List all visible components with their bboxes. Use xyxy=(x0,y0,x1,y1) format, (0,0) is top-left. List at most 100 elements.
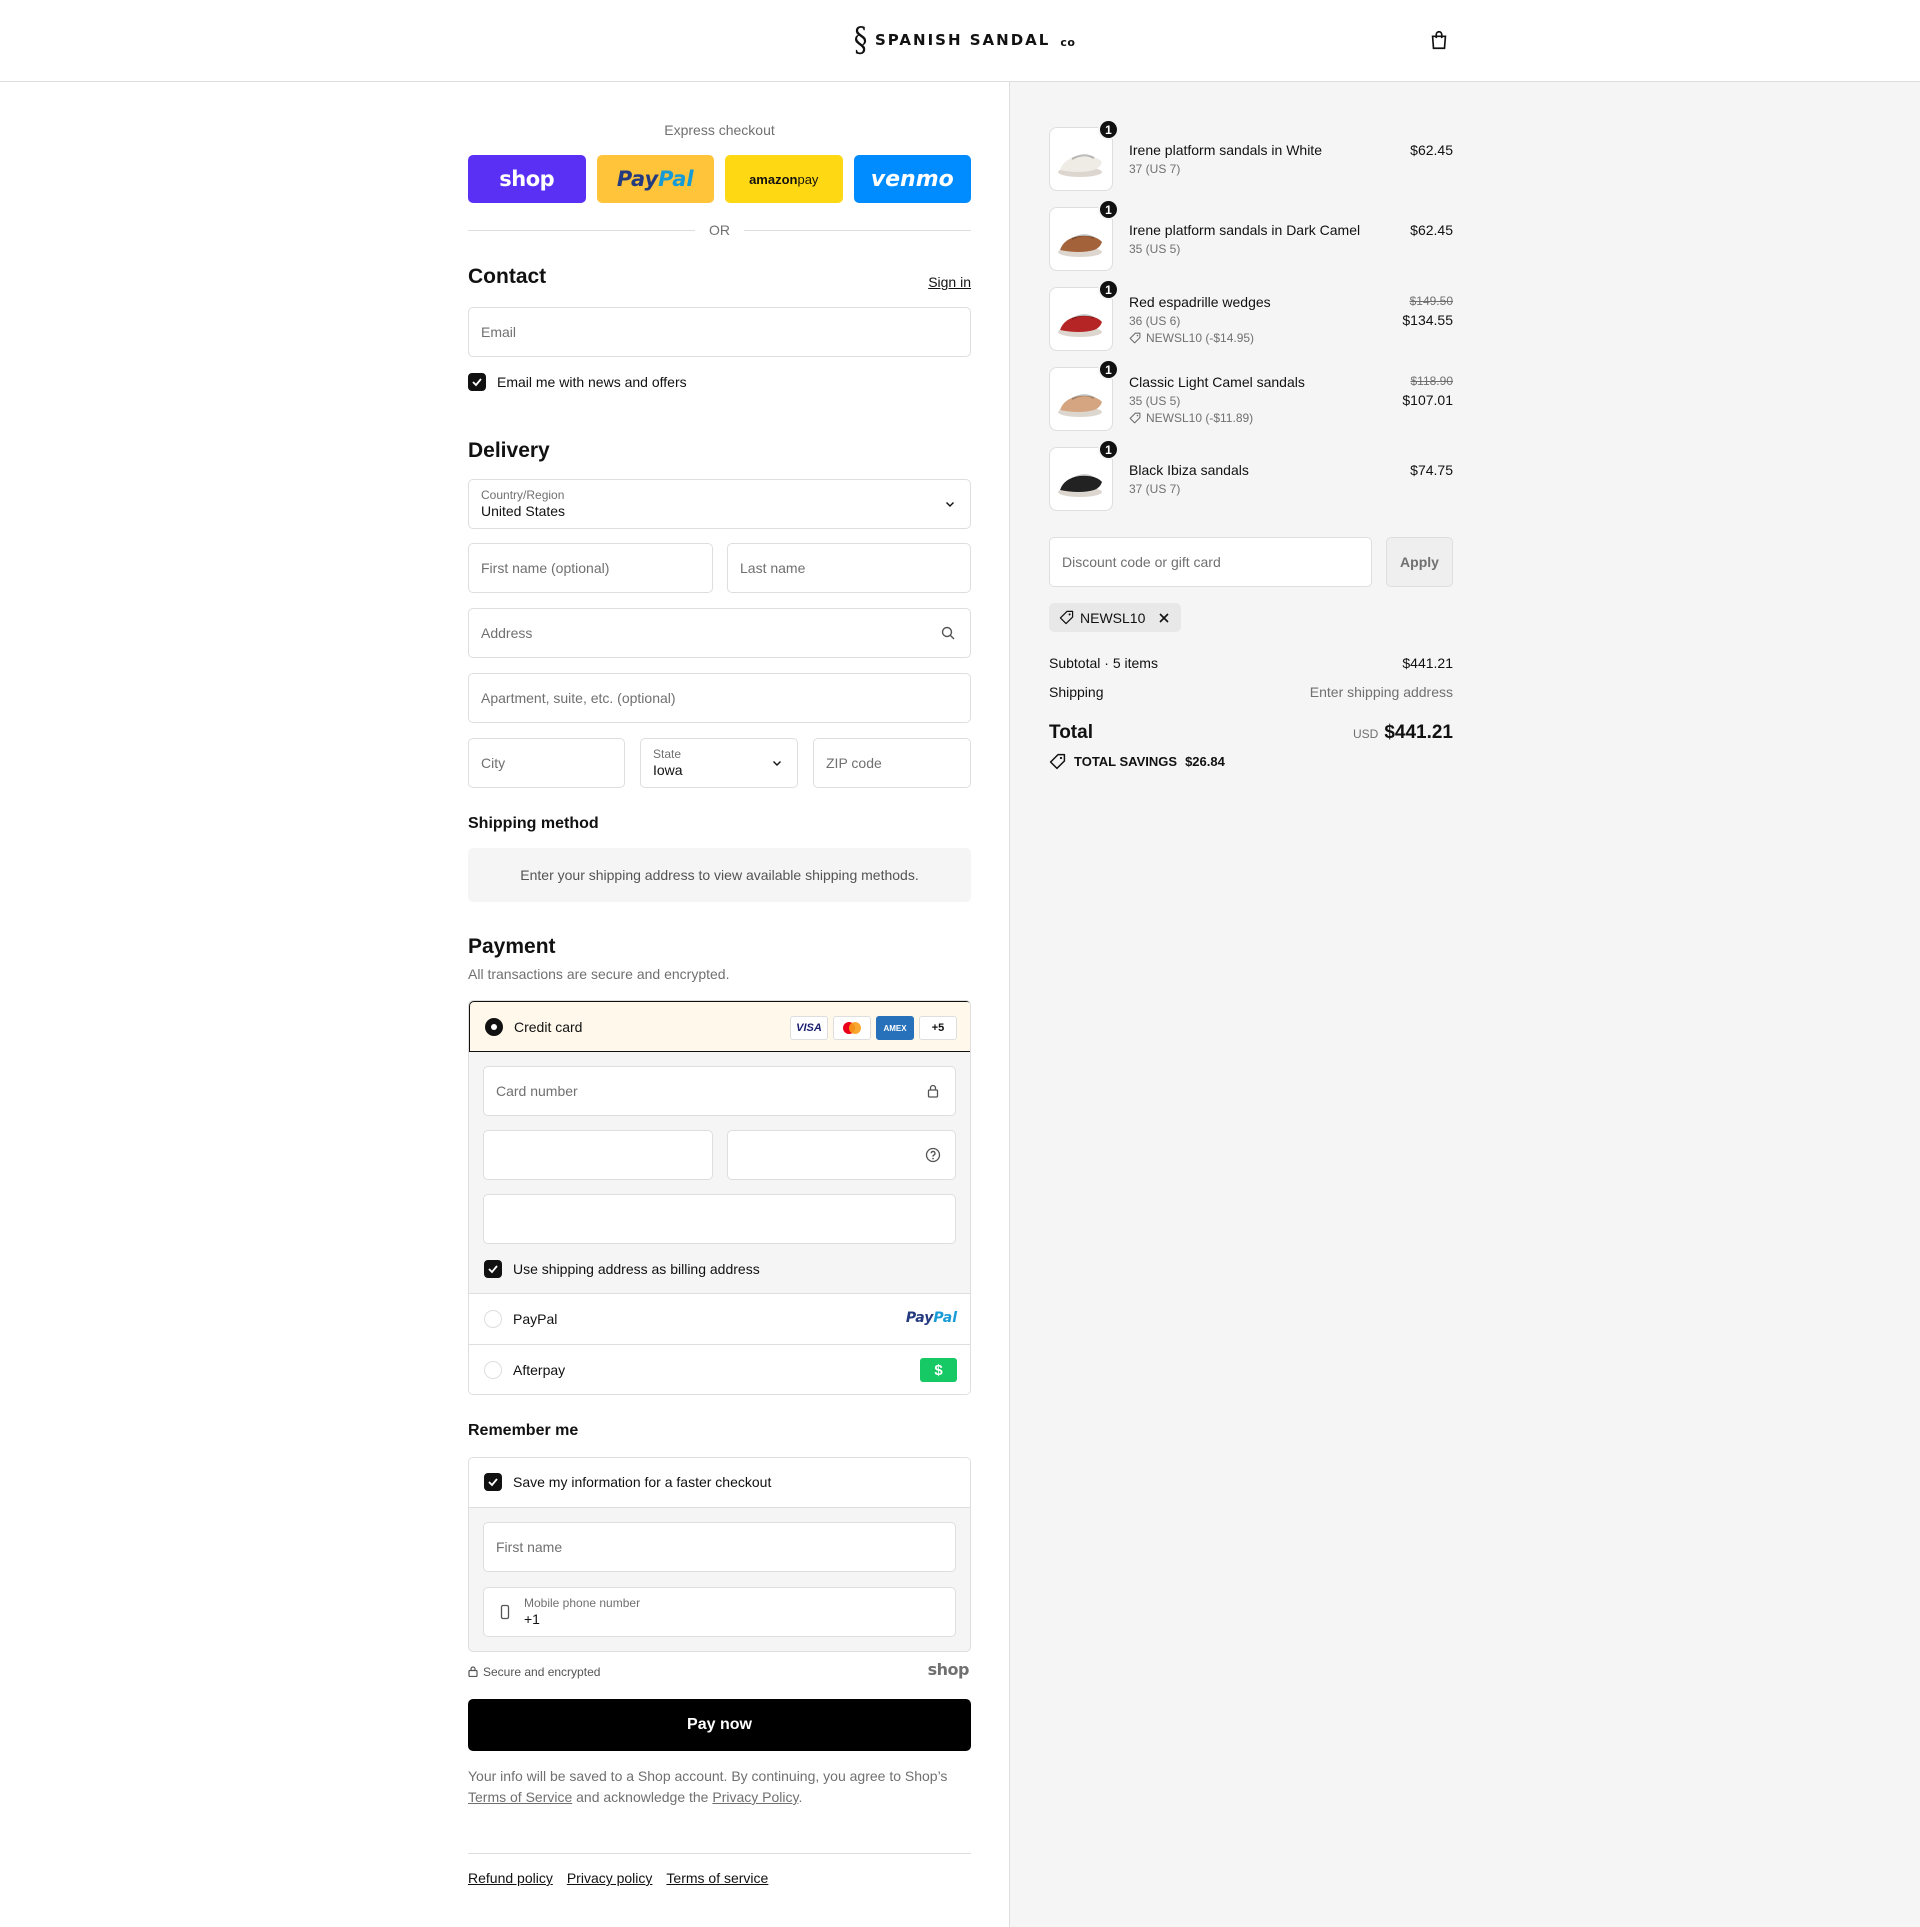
brand-logo[interactable]: § SPANISH SANDAL co xyxy=(852,22,1075,58)
product-variant: 37 (US 7) xyxy=(1129,162,1181,176)
save-info-checkbox[interactable] xyxy=(484,1473,502,1491)
amex-icon: AMEX xyxy=(876,1016,914,1040)
privacy-policy-link[interactable]: Privacy Policy xyxy=(712,1789,798,1805)
brand-name: SPANISH SANDAL xyxy=(875,31,1051,49)
apply-discount-button[interactable]: Apply xyxy=(1386,537,1453,587)
product-variant: 35 (US 5) xyxy=(1129,394,1181,408)
paypal-button[interactable]: Pay Pal xyxy=(596,155,714,203)
quantity-badge: 1 xyxy=(1098,199,1119,220)
credit-card-option[interactable]: Credit card VISA AMEX +5 xyxy=(469,1001,970,1052)
name-on-card-field[interactable] xyxy=(483,1194,956,1244)
paypal-option[interactable]: PayPal PayPal xyxy=(469,1293,970,1344)
total-currency: USD xyxy=(1352,727,1379,741)
security-code-field[interactable] xyxy=(727,1130,956,1180)
phone-value: +1 xyxy=(524,1611,540,1627)
legal-text-3: . xyxy=(798,1789,803,1805)
billing-checkbox-row[interactable]: Use shipping address as billing address xyxy=(484,1260,760,1278)
news-checkbox[interactable] xyxy=(468,373,486,391)
shopping-bag-icon[interactable] xyxy=(1428,29,1450,51)
amazon-pay-button[interactable]: amazon pay xyxy=(725,155,843,203)
product-discount-text: NEWSL10 (-$11.89) xyxy=(1146,411,1254,425)
visa-icon: VISA xyxy=(790,1016,828,1040)
email-placeholder: Email xyxy=(481,324,517,340)
email-field[interactable]: Email xyxy=(468,307,971,357)
payment-title: Payment xyxy=(468,935,556,958)
city-field[interactable]: City xyxy=(468,738,625,788)
shipping-method-text: Enter your shipping address to view avai… xyxy=(520,867,919,883)
phone-label: Mobile phone number xyxy=(524,1596,641,1610)
subtotal-value: $441.21 xyxy=(1402,655,1453,671)
save-info-checkbox-row[interactable]: Save my information for a faster checkou… xyxy=(484,1473,771,1491)
express-checkout-label: Express checkout xyxy=(664,122,775,138)
footer-privacy-policy-link[interactable]: Privacy policy xyxy=(567,1870,653,1886)
divider-line xyxy=(468,229,695,231)
product-name: Classic Light Camel sandals xyxy=(1129,374,1305,390)
save-info-row[interactable]: Save my information for a faster checkou… xyxy=(469,1458,970,1508)
original-price: $149.50 xyxy=(1409,294,1453,308)
savings-label: TOTAL SAVINGS xyxy=(1074,754,1178,769)
card-number-field[interactable]: Card number xyxy=(483,1066,956,1116)
savings-tag-icon xyxy=(1049,753,1066,770)
product-name: Red espadrille wedges xyxy=(1129,294,1271,310)
venmo-button[interactable]: venmo xyxy=(853,155,971,203)
remember-first-name-field[interactable]: First name xyxy=(483,1522,956,1572)
expiration-date-field[interactable] xyxy=(483,1130,713,1180)
discount-tag-icon xyxy=(1129,332,1141,344)
payment-methods: Credit card VISA AMEX +5 Card number Use… xyxy=(468,1000,971,1395)
country-select[interactable]: Country/Region United States xyxy=(468,479,971,529)
brand-suffix: co xyxy=(1060,35,1076,49)
pay-now-button[interactable]: Pay now xyxy=(468,1699,971,1751)
product-variant: 37 (US 7) xyxy=(1129,482,1181,496)
product-name: Irene platform sandals in White xyxy=(1129,142,1322,158)
shop-pay-logo: shop xyxy=(499,167,555,191)
product-discount-text: NEWSL10 (-$14.95) xyxy=(1146,331,1255,345)
billing-label: Use shipping address as billing address xyxy=(513,1261,760,1277)
mastercard-icon xyxy=(833,1016,871,1040)
news-checkbox-row[interactable]: Email me with news and offers xyxy=(468,373,687,391)
secure-row: Secure and encrypted shop xyxy=(468,1660,971,1682)
credit-card-radio[interactable] xyxy=(485,1017,503,1036)
country-value: United States xyxy=(481,503,566,519)
mobile-phone-field[interactable]: Mobile phone number +1 xyxy=(483,1587,956,1637)
afterpay-radio[interactable] xyxy=(484,1361,502,1379)
zip-field[interactable]: ZIP code xyxy=(813,738,971,788)
billing-checkbox[interactable] xyxy=(484,1260,502,1278)
product-variant: 36 (US 6) xyxy=(1129,314,1181,328)
help-icon[interactable] xyxy=(925,1147,941,1163)
city-placeholder: City xyxy=(481,755,506,771)
more-cards-badge: +5 xyxy=(919,1016,957,1040)
afterpay-option[interactable]: Afterpay $ xyxy=(469,1344,970,1394)
card-logos: VISA AMEX +5 xyxy=(790,1016,957,1040)
product-discount: NEWSL10 (-$14.95) xyxy=(1129,331,1254,345)
discount-code-placeholder: Discount code or gift card xyxy=(1062,554,1221,570)
refund-policy-link[interactable]: Refund policy xyxy=(468,1870,553,1886)
discounted-price: $134.55 xyxy=(1402,312,1453,328)
state-select[interactable]: State Iowa xyxy=(640,738,798,788)
remove-discount-close-icon[interactable] xyxy=(1157,611,1171,625)
payment-subtitle: All transactions are secure and encrypte… xyxy=(468,966,730,982)
chevron-down-icon xyxy=(773,761,781,766)
last-name-field[interactable]: Last name xyxy=(727,543,971,593)
applied-discount-chip: NEWSL10 xyxy=(1049,603,1182,632)
discount-code-field[interactable]: Discount code or gift card xyxy=(1049,537,1372,587)
search-icon xyxy=(941,626,955,640)
first-name-field[interactable]: First name (optional) xyxy=(468,543,713,593)
shipping-value: Enter shipping address xyxy=(1309,684,1453,700)
first-name-placeholder: First name (optional) xyxy=(481,560,610,576)
address-field[interactable]: Address xyxy=(468,608,971,658)
venmo-logo: venmo xyxy=(870,166,954,192)
footer-terms-of-service-link[interactable]: Terms of service xyxy=(666,1870,768,1886)
terms-of-service-link[interactable]: Terms of Service xyxy=(468,1789,572,1805)
express-checkout-buttons: shop Pay Pal amazon pay venmo xyxy=(468,155,971,203)
afterpay-label: Afterpay xyxy=(513,1362,566,1378)
sign-in-link[interactable]: Sign in xyxy=(928,274,971,290)
last-name-placeholder: Last name xyxy=(740,560,806,576)
footer-links: Refund policy Privacy policy Terms of se… xyxy=(468,1870,768,1886)
legal-text-1: Your info will be saved to a Shop accoun… xyxy=(468,1768,948,1784)
divider-line xyxy=(744,229,971,231)
apartment-field[interactable]: Apartment, suite, etc. (optional) xyxy=(468,673,971,723)
paypal-radio[interactable] xyxy=(484,1310,502,1328)
savings-value: $26.84 xyxy=(1185,754,1225,769)
paypal-logo-part1: Pay xyxy=(905,1310,934,1326)
shop-pay-button[interactable]: shop xyxy=(468,155,586,203)
